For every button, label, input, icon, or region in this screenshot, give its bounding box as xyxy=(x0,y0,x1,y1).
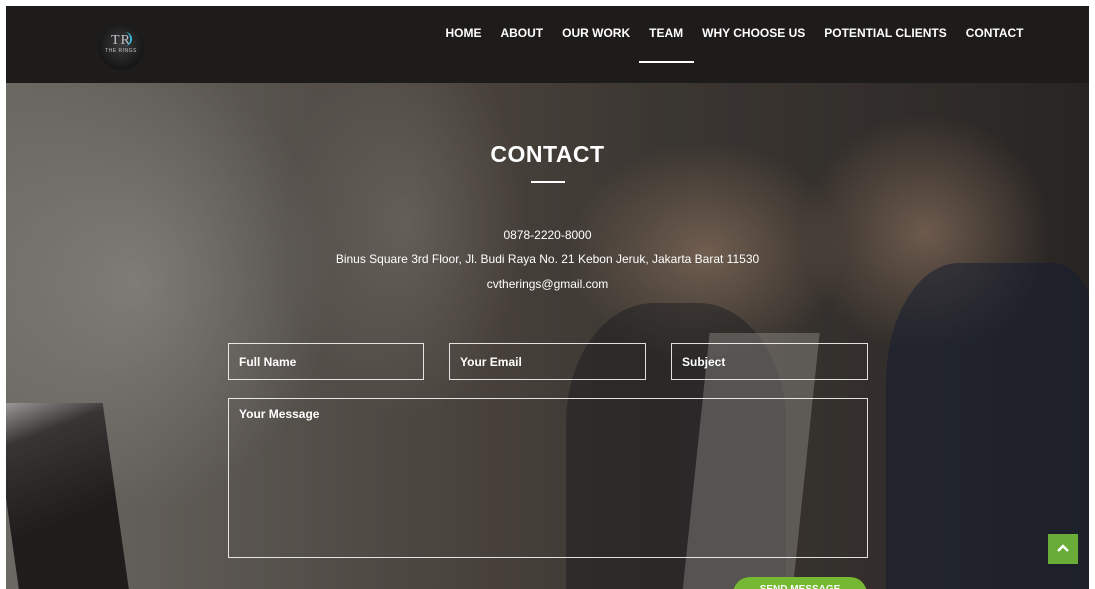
email-input[interactable] xyxy=(449,343,646,380)
nav-item-team[interactable]: TEAM xyxy=(638,26,694,63)
main-nav: HOME ABOUT OUR WORK TEAM WHY CHOOSE US P… xyxy=(436,26,1033,63)
logo-subtitle: THE RINGS xyxy=(105,48,137,54)
logo-mark: TR xyxy=(111,33,131,48)
send-message-button[interactable]: SEND MESSAGE xyxy=(733,577,867,589)
nav-item-our-work[interactable]: OUR WORK xyxy=(553,26,640,40)
title-underline xyxy=(531,181,565,183)
message-textarea[interactable] xyxy=(228,398,868,558)
full-name-input[interactable] xyxy=(228,343,424,380)
contact-phone: 0878-2220-8000 xyxy=(503,228,592,242)
nav-item-home[interactable]: HOME xyxy=(436,26,491,40)
brand-logo[interactable]: TR THE RINGS xyxy=(98,24,144,70)
subject-input[interactable] xyxy=(671,343,868,380)
nav-item-contact[interactable]: CONTACT xyxy=(956,26,1033,40)
nav-item-why-choose-us[interactable]: WHY CHOOSE US xyxy=(693,26,815,40)
contact-address: Binus Square 3rd Floor, Jl. Budi Raya No… xyxy=(335,252,760,266)
page-frame: TR THE RINGS HOME ABOUT OUR WORK TEAM WH… xyxy=(6,6,1089,589)
nav-item-potential-clients[interactable]: POTENTIAL CLIENTS xyxy=(815,26,956,40)
back-to-top-button[interactable] xyxy=(1048,534,1078,564)
nav-item-about[interactable]: ABOUT xyxy=(491,26,553,40)
chevron-up-icon xyxy=(1057,544,1069,552)
section-title: CONTACT xyxy=(490,141,605,167)
contact-email: cvtherings@gmail.com xyxy=(486,277,609,291)
navbar: TR THE RINGS HOME ABOUT OUR WORK TEAM WH… xyxy=(6,6,1089,83)
